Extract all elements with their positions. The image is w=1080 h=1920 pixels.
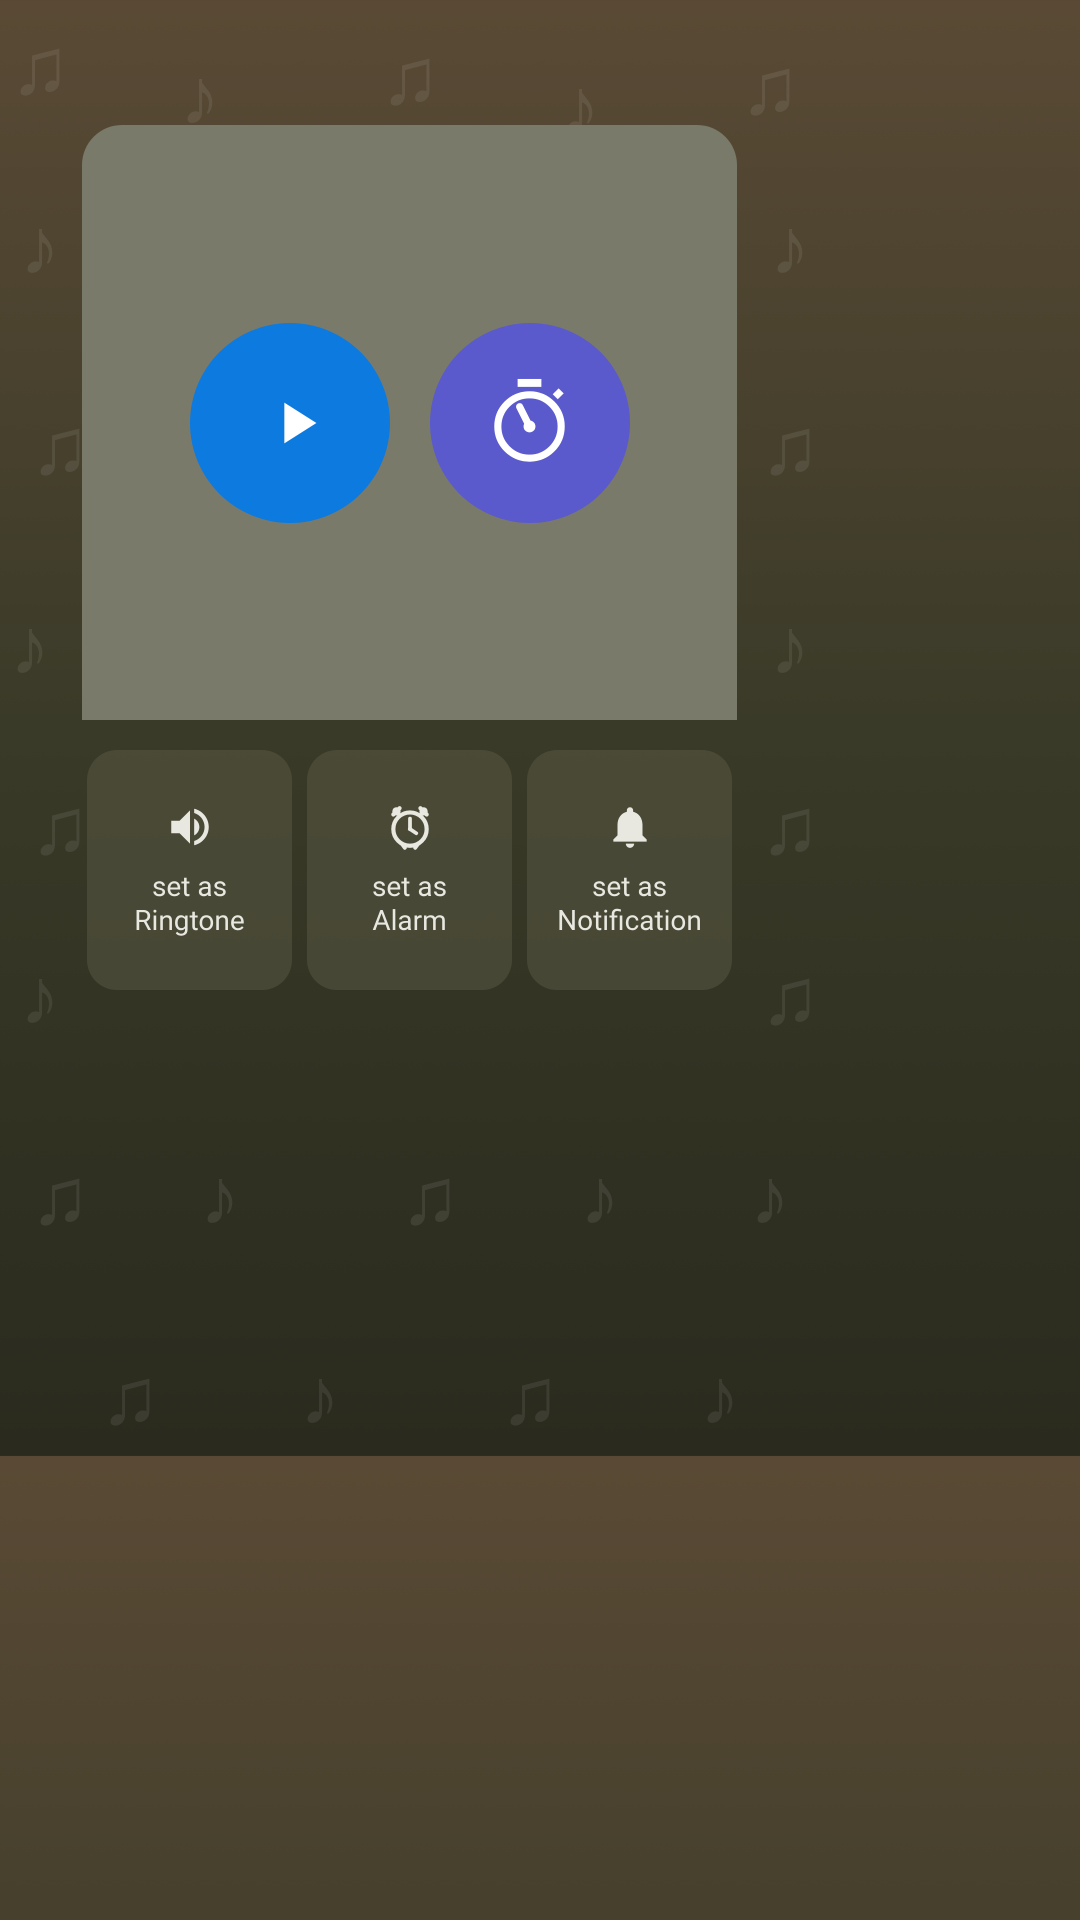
notification-label: set as Notification [557,870,702,937]
preview-panel [82,125,737,720]
ringtone-label: set as Ringtone [134,870,244,937]
speaker-icon [165,802,215,852]
play-icon [261,388,331,458]
set-ringtone-button[interactable]: set as Ringtone [87,750,292,990]
actions-row: set as Ringtone set as Alarm se [82,750,737,990]
main-container: set as Ringtone set as Alarm se [82,125,737,1456]
alarm-label: set as Alarm [372,870,447,937]
stopwatch-icon [482,375,577,470]
set-alarm-button[interactable]: set as Alarm [307,750,512,990]
set-notification-button[interactable]: set as Notification [527,750,732,990]
timer-button[interactable] [430,323,630,523]
play-button[interactable] [190,323,390,523]
alarm-clock-icon [385,802,435,852]
bell-icon [605,802,655,852]
